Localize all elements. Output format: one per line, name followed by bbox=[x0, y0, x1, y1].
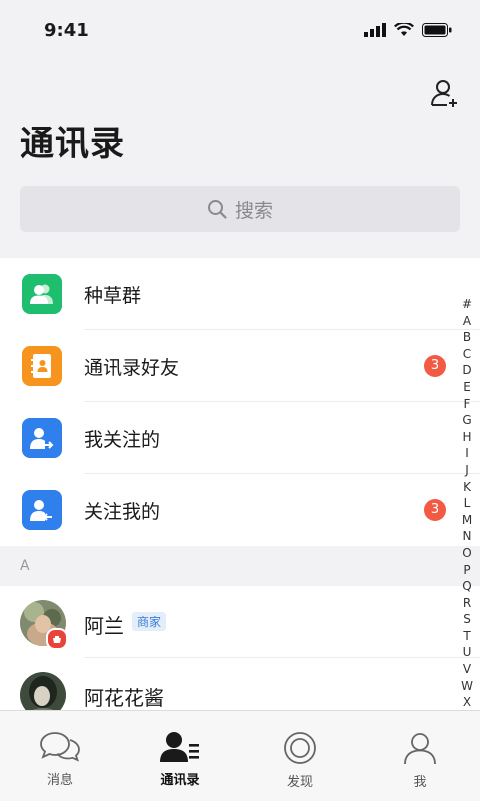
tab-bar: 消息 通讯录 发现 我 bbox=[0, 710, 480, 801]
tab-messages[interactable]: 消息 bbox=[0, 711, 120, 801]
avatar bbox=[20, 672, 66, 710]
add-friend-button[interactable] bbox=[430, 78, 460, 108]
tab-discover[interactable]: 发现 bbox=[240, 711, 360, 801]
contact-name: 阿兰 bbox=[84, 614, 124, 638]
status-bar: 9:41 bbox=[0, 0, 480, 60]
index-letter[interactable]: C bbox=[463, 346, 471, 363]
tab-profile[interactable]: 我 bbox=[360, 711, 480, 801]
index-letter[interactable]: E bbox=[463, 379, 471, 396]
index-letter[interactable]: W bbox=[461, 678, 473, 695]
index-letter[interactable]: R bbox=[463, 595, 471, 612]
index-letter[interactable]: N bbox=[463, 528, 472, 545]
index-letter[interactable]: M bbox=[462, 512, 472, 529]
profile-icon bbox=[404, 733, 436, 765]
index-letter[interactable]: X bbox=[463, 694, 471, 711]
merchant-tag: 商家 bbox=[132, 612, 167, 631]
menu-item-label: 关注我的 bbox=[84, 500, 161, 523]
add-user-icon bbox=[431, 80, 457, 107]
chat-icon bbox=[40, 732, 80, 762]
menu-item-seeding-group[interactable]: 种草群 bbox=[0, 258, 480, 330]
contacts-icon bbox=[160, 732, 199, 762]
index-letter[interactable]: P bbox=[463, 562, 470, 579]
wifi-icon bbox=[394, 23, 414, 36]
tab-label: 消息 bbox=[46, 773, 73, 788]
contact-row[interactable]: 阿兰 商家 bbox=[0, 586, 480, 658]
tab-contacts[interactable]: 通讯录 bbox=[120, 711, 240, 801]
index-letter[interactable]: B bbox=[463, 329, 471, 346]
index-letter[interactable]: V bbox=[463, 661, 471, 678]
status-time: 9:41 bbox=[44, 20, 89, 41]
menu-item-label: 种草群 bbox=[84, 284, 142, 307]
contacts-menu: 种草群 通讯录好友 3 我关注的 关注我的 3 bbox=[0, 258, 480, 546]
index-letter[interactable]: F bbox=[464, 396, 471, 413]
index-letter[interactable]: # bbox=[462, 296, 472, 313]
status-icons bbox=[364, 22, 452, 38]
merchant-icon bbox=[46, 628, 68, 650]
page-title: 通讯录 bbox=[20, 124, 125, 164]
contact-row[interactable]: 阿花花酱 bbox=[0, 658, 480, 710]
menu-item-label: 通讯录好友 bbox=[84, 356, 180, 379]
index-letter[interactable]: K bbox=[463, 479, 471, 496]
search-icon bbox=[207, 200, 227, 219]
contact-name: 阿花花酱 bbox=[84, 686, 164, 710]
battery-icon bbox=[422, 23, 452, 37]
signal-icon bbox=[364, 23, 386, 37]
contact-list: 阿兰 商家 阿花花酱 bbox=[0, 586, 480, 710]
menu-item-address-book-friends[interactable]: 通讯录好友 3 bbox=[0, 330, 480, 402]
index-letter[interactable]: G bbox=[462, 412, 471, 429]
index-letter[interactable]: A bbox=[463, 313, 471, 330]
unread-badge: 3 bbox=[424, 499, 446, 521]
index-letter[interactable]: Q bbox=[462, 578, 471, 595]
tab-label: 发现 bbox=[286, 775, 313, 790]
menu-item-following[interactable]: 我关注的 bbox=[0, 402, 480, 474]
address-book-icon bbox=[22, 346, 62, 386]
menu-item-label: 我关注的 bbox=[84, 428, 161, 451]
index-letter[interactable]: D bbox=[462, 362, 471, 379]
index-letter[interactable]: I bbox=[465, 445, 469, 462]
index-letter[interactable]: S bbox=[463, 611, 471, 628]
following-icon bbox=[22, 418, 62, 458]
unread-badge: 3 bbox=[424, 355, 446, 377]
index-letter[interactable]: L bbox=[464, 495, 471, 512]
menu-item-followers[interactable]: 关注我的 3 bbox=[0, 474, 480, 546]
search-placeholder: 搜索 bbox=[234, 199, 273, 222]
followers-icon bbox=[22, 490, 62, 530]
search-input[interactable]: 搜索 bbox=[20, 186, 460, 232]
tab-label: 我 bbox=[413, 775, 427, 790]
group-icon bbox=[22, 274, 62, 314]
tab-label: 通讯录 bbox=[160, 773, 200, 788]
index-letter[interactable]: J bbox=[465, 462, 469, 479]
discover-icon bbox=[284, 732, 316, 764]
index-letter[interactable]: O bbox=[462, 545, 471, 562]
alphabet-index[interactable]: # A B C D E F G H I J K L M N O P Q R S T U V W X bbox=[460, 296, 474, 711]
index-letter[interactable]: U bbox=[463, 644, 472, 661]
index-letter[interactable]: H bbox=[462, 429, 471, 446]
section-letter: A bbox=[20, 558, 30, 574]
section-header-a: A bbox=[0, 546, 480, 586]
index-letter[interactable]: T bbox=[463, 628, 470, 645]
